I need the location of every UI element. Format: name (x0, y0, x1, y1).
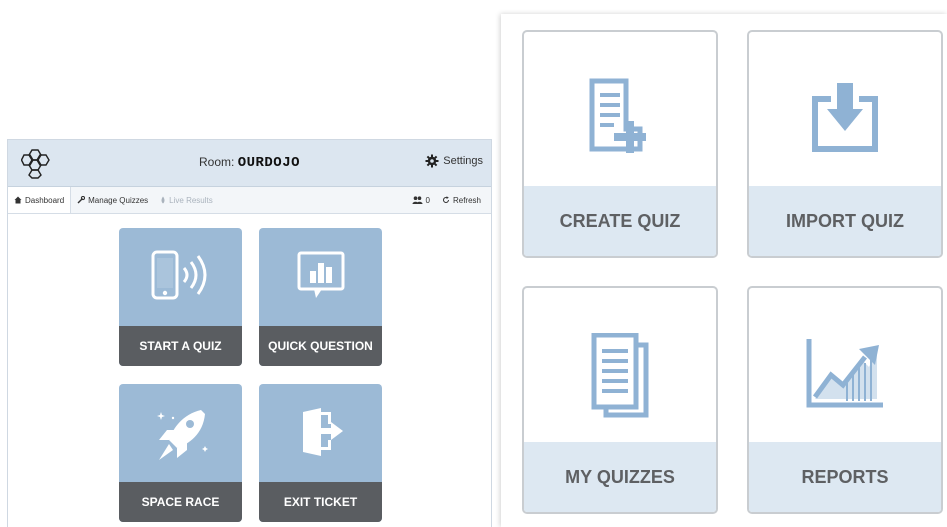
import-quiz-card[interactable]: IMPORT QUIZ (747, 30, 943, 258)
exit-ticket-label: EXIT TICKET (259, 482, 382, 522)
phone-signal-icon (151, 250, 206, 300)
reports-card[interactable]: REPORTS (747, 286, 943, 514)
create-quiz-label: CREATE QUIZ (524, 186, 716, 256)
my-quizzes-label: MY QUIZZES (524, 442, 716, 512)
settings-label: Settings (443, 155, 483, 167)
tab-live-results-label: Live Results (169, 195, 213, 205)
nav-right: 0 Refresh (412, 196, 491, 205)
quiz-options-panel: CREATE QUIZ IMPORT QUIZ MY QUIZZES REPOR… (501, 14, 947, 527)
start-a-quiz-label: START A QUIZ (119, 326, 242, 366)
start-a-quiz-tile[interactable]: START A QUIZ (119, 228, 242, 366)
live-icon (161, 196, 165, 204)
space-race-label: SPACE RACE (119, 482, 242, 522)
gear-icon (425, 154, 439, 168)
student-count-value: 0 (425, 195, 430, 205)
wrench-icon (77, 196, 86, 204)
top-header: Room: OURDOJO Settings (8, 140, 491, 187)
refresh-label: Refresh (452, 195, 481, 205)
documents-icon (591, 333, 649, 418)
home-icon (14, 196, 22, 204)
tab-dashboard[interactable]: Dashboard (8, 187, 72, 213)
reports-chart-icon (806, 339, 883, 408)
exit-door-icon (302, 408, 343, 456)
settings-button[interactable]: Settings (425, 154, 483, 168)
space-race-tile[interactable]: SPACE RACE (119, 384, 242, 522)
tab-live-results[interactable]: Live Results (154, 187, 219, 213)
quick-question-tile[interactable]: QUICK QUESTION (259, 228, 382, 366)
import-icon (812, 83, 878, 152)
import-quiz-label: IMPORT QUIZ (749, 186, 941, 256)
exit-ticket-tile[interactable]: EXIT TICKET (259, 384, 382, 522)
dashboard-app: Room: OURDOJO Settings Dashboard Manage … (7, 139, 492, 527)
chart-bubble-icon (297, 251, 344, 298)
quick-question-label: QUICK QUESTION (259, 326, 382, 366)
users-icon (412, 196, 423, 204)
room-label: Room: (199, 155, 235, 169)
nav-bar: Dashboard Manage Quizzes Live Results 0 … (8, 187, 491, 214)
tab-manage-quizzes[interactable]: Manage Quizzes (71, 187, 154, 213)
reports-label: REPORTS (749, 442, 941, 512)
create-doc-icon (589, 78, 646, 153)
tab-dashboard-label: Dashboard (25, 195, 65, 205)
create-quiz-card[interactable]: CREATE QUIZ (522, 30, 718, 258)
tab-manage-quizzes-label: Manage Quizzes (88, 195, 149, 205)
room-code: OURDOJO (237, 155, 300, 171)
refresh-button[interactable]: Refresh (442, 196, 481, 205)
my-quizzes-card[interactable]: MY QUIZZES (522, 286, 718, 514)
student-count[interactable]: 0 (412, 196, 430, 205)
refresh-icon (442, 196, 449, 203)
room-indicator: Room: OURDOJO (8, 155, 491, 171)
rocket-icon (156, 410, 208, 460)
